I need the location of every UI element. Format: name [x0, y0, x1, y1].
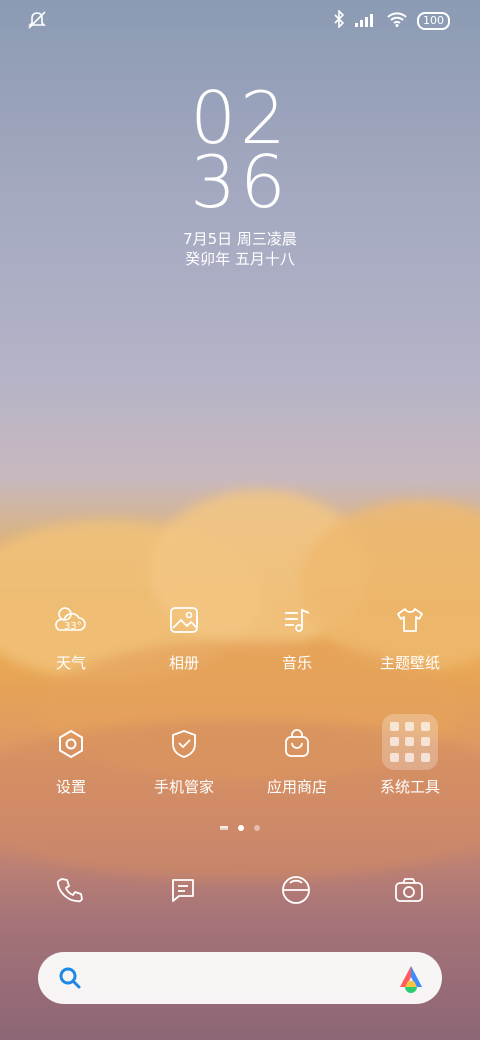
folder-system-tools[interactable]: 系统工具 — [354, 714, 466, 797]
app-label: 相册 — [168, 654, 199, 672]
page-indicator-bar — [220, 826, 228, 830]
wifi-icon — [387, 11, 407, 31]
app-label: 系统工具 — [379, 778, 440, 796]
folder-icon — [382, 714, 438, 770]
app-settings[interactable]: 设置 — [15, 720, 127, 797]
app-security[interactable]: 手机管家 — [128, 720, 240, 797]
dock — [0, 870, 480, 918]
app-themes[interactable]: 主题壁纸 — [354, 596, 466, 673]
clock-minute: 36 — [190, 140, 290, 224]
app-weather[interactable]: 33° 天气 — [15, 596, 127, 673]
notification-muted-icon — [26, 10, 48, 34]
app-music[interactable]: 音乐 — [241, 596, 353, 673]
browser-icon[interactable] — [276, 870, 316, 910]
weather-temp: 33° — [64, 621, 82, 632]
app-store[interactable]: 应用商店 — [241, 720, 353, 797]
weather-icon: 33° — [47, 596, 95, 644]
app-label: 主题壁纸 — [379, 654, 440, 672]
phone-icon[interactable] — [50, 870, 90, 910]
lunar-date-text: 癸卯年 五月十八 — [185, 250, 295, 268]
app-label: 音乐 — [281, 654, 312, 672]
search-icon — [58, 966, 82, 994]
messages-icon[interactable] — [163, 870, 203, 910]
app-label: 手机管家 — [153, 778, 214, 796]
app-label: 设置 — [55, 778, 86, 796]
settings-icon — [47, 720, 95, 768]
app-vault-logo-icon[interactable] — [396, 963, 426, 997]
app-label: 天气 — [55, 654, 86, 672]
app-gallery[interactable]: 相册 — [128, 596, 240, 673]
tshirt-icon — [386, 596, 434, 644]
camera-icon[interactable] — [389, 870, 429, 910]
gallery-icon — [160, 596, 208, 644]
page-dot-active — [238, 825, 244, 831]
shield-icon — [160, 720, 208, 768]
bluetooth-icon — [333, 9, 345, 32]
app-label: 应用商店 — [266, 778, 327, 796]
status-bar: 100 — [0, 0, 480, 40]
music-icon — [273, 596, 321, 644]
battery-indicator: 100 — [417, 12, 450, 30]
search-bar[interactable] — [38, 952, 442, 1004]
page-dot — [254, 825, 260, 831]
page-indicator — [0, 825, 480, 831]
date-text: 7月5日 周三凌晨 — [183, 230, 297, 248]
shopping-bag-icon — [273, 720, 321, 768]
signal-icon — [355, 12, 377, 31]
